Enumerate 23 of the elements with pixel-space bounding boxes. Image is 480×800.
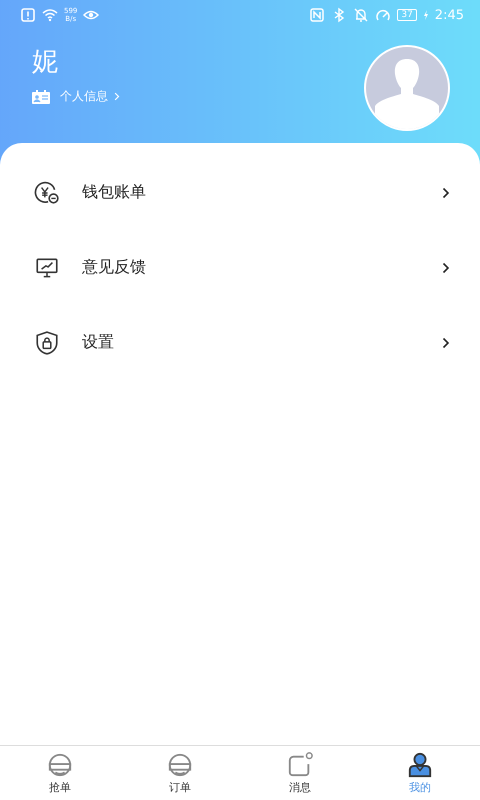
charging-icon <box>422 10 429 20</box>
alert-icon <box>20 7 36 23</box>
menu-item[interactable]: 钱包账单 <box>82 182 420 203</box>
chevron-icon <box>114 92 120 101</box>
coin-icon <box>34 180 60 206</box>
chevron-icon <box>442 262 450 274</box>
muted-bell-icon <box>353 7 370 23</box>
user-name: 妮 <box>32 46 59 79</box>
menu-item[interactable]: 意见反馈 <box>82 257 420 278</box>
shield-lock-icon <box>34 330 60 356</box>
nav-tab[interactable]: 抢单 <box>0 746 120 800</box>
wifi-icon <box>42 7 58 23</box>
clock-time: 2:45 <box>434 8 464 22</box>
chevron-icon <box>442 336 450 348</box>
avatar-icon[interactable] <box>364 45 450 131</box>
nav-tab[interactable]: 消息 <box>240 746 360 800</box>
nfc-icon <box>309 7 326 23</box>
speedometer-icon <box>375 7 392 23</box>
nav-tab[interactable]: 订单 <box>120 746 240 800</box>
chevron-icon <box>442 186 450 198</box>
battery-level: 37 <box>397 9 417 21</box>
id-card-icon <box>32 90 50 104</box>
menu-item[interactable]: 设置 <box>82 332 420 353</box>
